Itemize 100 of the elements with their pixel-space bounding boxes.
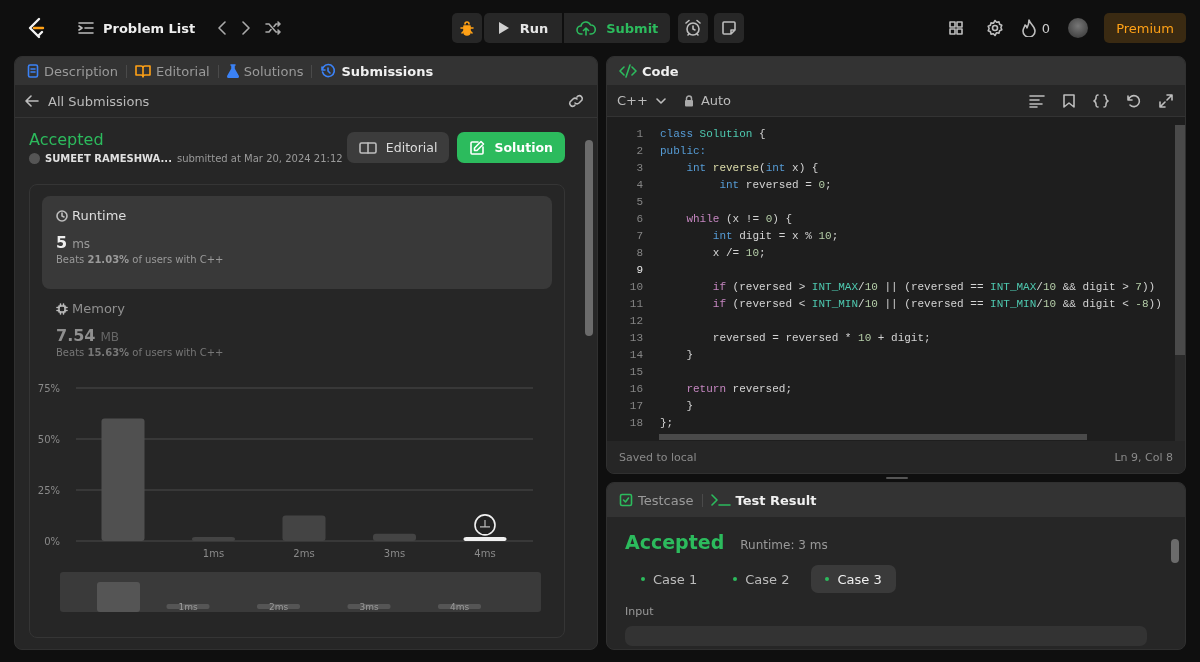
case-tab[interactable]: Case 2: [719, 565, 804, 593]
axis-tick-label: 0%: [44, 536, 60, 547]
problem-list-button[interactable]: Problem List: [78, 20, 196, 36]
chevron-down-icon: [655, 97, 666, 104]
timer-button[interactable]: [678, 13, 709, 43]
code-line: int digit = x % 10;: [711, 229, 839, 242]
beats-text: Beats 21.03% of users with C++: [56, 254, 225, 265]
panel-tab[interactable]: Editorial: [135, 63, 210, 79]
axis-label: 2ms: [293, 548, 315, 559]
case-tab[interactable]: Case 3: [811, 565, 896, 593]
cloud-upload-icon: [576, 20, 597, 36]
stat-card[interactable]: Runtime 5 ms Beats 21.03% of users with C++: [42, 196, 552, 289]
horizontal-scrollbar[interactable]: [659, 434, 1087, 440]
flame-icon[interactable]: [1021, 19, 1036, 37]
arrow-left-icon: [25, 95, 39, 107]
code-line: if (reversed < INT_MIN/10 || (reversed == INT_MIN/10 && digit < -8)): [711, 297, 1162, 310]
chevron-left-icon[interactable]: [217, 21, 228, 35]
alarm-clock-icon: [684, 19, 703, 37]
layout-grid-icon[interactable]: [947, 20, 964, 36]
case-tab[interactable]: Case 1: [627, 565, 712, 593]
line-number: 8: [635, 246, 643, 259]
stat-value: 5: [56, 233, 68, 252]
axis-tick-label: 75%: [37, 383, 60, 394]
save-status: Saved to local: [619, 450, 697, 464]
axis-label: 4ms: [474, 548, 496, 559]
editorial-button[interactable]: Editorial: [346, 132, 450, 163]
format-icon[interactable]: [1029, 93, 1045, 108]
user-avatar: [29, 153, 40, 164]
terminal-icon: [710, 493, 731, 507]
chevron-right-icon[interactable]: [241, 21, 252, 35]
undo-icon[interactable]: [1127, 93, 1141, 108]
line-number: 17: [628, 399, 643, 412]
edit-icon: [469, 139, 486, 156]
expand-icon[interactable]: [1159, 93, 1173, 108]
note-icon: [721, 20, 738, 36]
code-line: };: [660, 416, 674, 429]
premium-button[interactable]: Premium: [1104, 13, 1186, 43]
submission-status: Accepted: [29, 130, 105, 149]
line-number: 4: [635, 178, 643, 191]
stopwatch-icon: [56, 209, 68, 222]
history-icon: [320, 63, 337, 79]
line-number: 1: [635, 127, 643, 140]
notes-button[interactable]: [714, 13, 745, 43]
panel-tab[interactable]: Description: [27, 63, 119, 79]
code-line: int reversed = 0;: [718, 178, 832, 191]
back-link[interactable]: All Submissions: [25, 93, 150, 109]
stat-tile[interactable]: Memory 7.54 MB Beats 15.63% of users with C++: [42, 289, 552, 370]
checkbox-icon: [619, 493, 633, 507]
stat-value: 7.54: [56, 326, 96, 345]
code-line: reversed = reversed * 10 + digit;: [711, 331, 931, 344]
panel-tab[interactable]: Testcase: [619, 492, 694, 508]
stat-unit: MB: [100, 330, 120, 344]
play-icon: [497, 21, 510, 35]
debug-button[interactable]: [451, 13, 482, 43]
panel-tab[interactable]: Test Result: [710, 492, 817, 508]
author-name: SUMEET RAMESHWA...: [45, 153, 172, 164]
line-number: 14: [628, 348, 643, 361]
line-number: 16: [628, 382, 643, 395]
line-number: 18: [628, 416, 643, 429]
code-line: x /= 10;: [711, 246, 766, 259]
code-line: while (x != 0) {: [685, 212, 793, 225]
code-line: if (reversed > INT_MAX/10 || (reversed == INT_MAX/10 && digit > 7)): [711, 280, 1156, 293]
line-number: 7: [635, 229, 643, 242]
scrollbar[interactable]: [1175, 125, 1185, 441]
chip-icon: [56, 302, 68, 315]
range-label: 2ms: [268, 602, 289, 612]
panel-tab[interactable]: Solutions: [226, 63, 304, 79]
run-button[interactable]: Run: [483, 13, 563, 43]
code-line: class Solution {: [660, 127, 766, 140]
line-number: 3: [635, 161, 643, 174]
avatar[interactable]: [1068, 18, 1089, 38]
bookmark-icon[interactable]: [1063, 93, 1075, 108]
cursor-position: Ln 9, Col 8: [1114, 450, 1173, 464]
code-line: public:: [660, 144, 707, 157]
input-label: Input: [625, 605, 655, 618]
braces-icon[interactable]: [1093, 93, 1109, 108]
list-icon: [78, 21, 94, 35]
stat-label: Memory: [72, 301, 125, 316]
shuffle-icon[interactable]: [265, 21, 282, 35]
logo-icon[interactable]: [26, 17, 46, 39]
line-number: 13: [628, 331, 643, 344]
result-status: Accepted: [625, 531, 725, 553]
language-dropdown[interactable]: C++: [617, 93, 666, 108]
panel-tab[interactable]: Submissions: [320, 63, 434, 79]
document-icon: [27, 64, 39, 78]
code-line: }: [685, 348, 693, 361]
stat-label: Runtime: [72, 208, 127, 223]
user-marker-icon: [474, 514, 496, 536]
code-icon: [619, 64, 637, 78]
range-label: 1ms: [178, 602, 198, 612]
axis-tick-label: 25%: [37, 485, 60, 496]
line-number: 2: [635, 144, 643, 157]
panel-title: Code: [619, 63, 679, 79]
submit-button[interactable]: Submit: [564, 13, 671, 43]
settings-icon[interactable]: [985, 19, 1004, 37]
auto-mode: Auto: [683, 93, 732, 108]
line-number: 11: [628, 297, 643, 310]
link-icon[interactable]: [567, 93, 585, 109]
flask-icon: [226, 64, 239, 78]
axis-tick-label: 50%: [37, 434, 60, 445]
